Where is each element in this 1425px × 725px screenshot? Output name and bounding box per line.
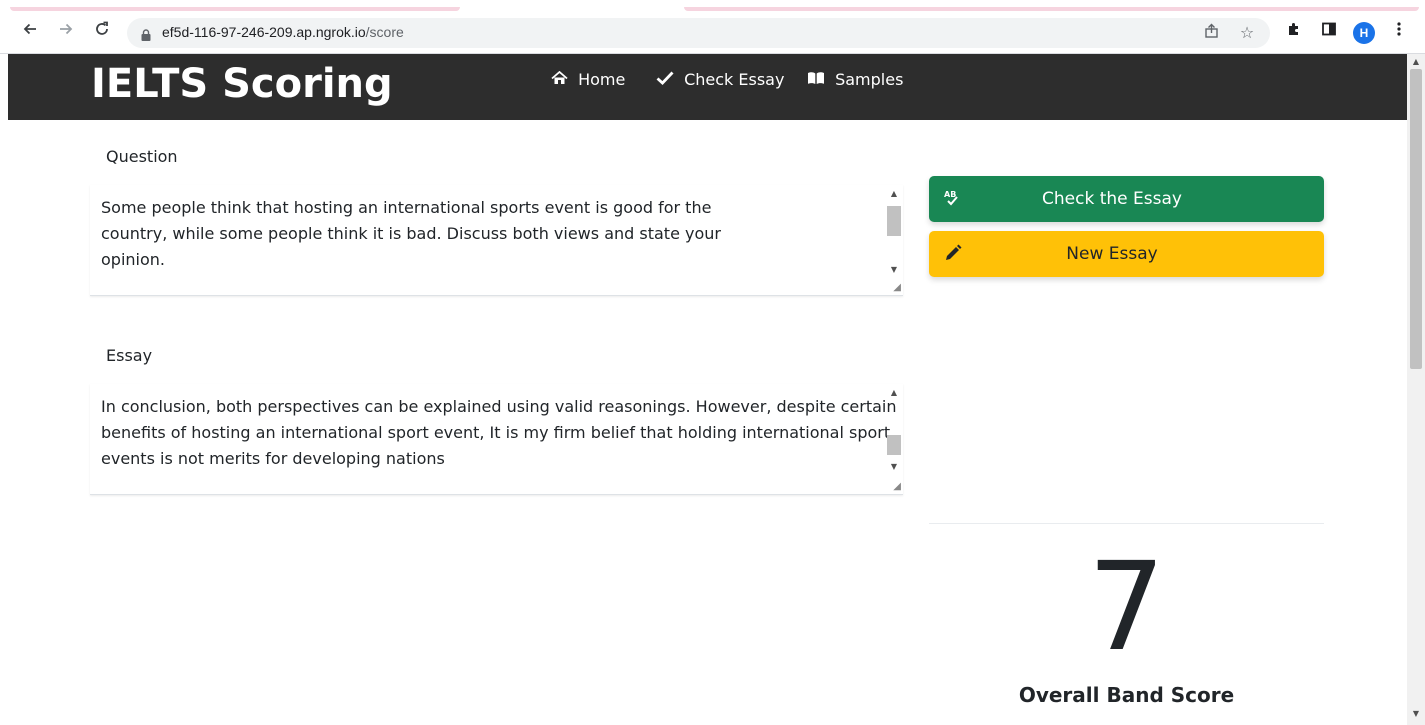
page-scroll-thumb[interactable] [1410, 69, 1422, 369]
question-scroll-thumb[interactable] [887, 206, 901, 236]
check-essay-label: Check the Essay [1042, 189, 1182, 209]
question-label: Question [106, 147, 178, 166]
page-scrollbar[interactable]: ▲ ▼ [1407, 54, 1425, 725]
page-scroll-down-icon[interactable]: ▼ [1407, 709, 1425, 718]
share-icon[interactable] [1202, 23, 1222, 43]
essay-textarea[interactable]: In conclusion, both perspectives can be … [90, 384, 903, 495]
essay-text: In conclusion, both perspectives can be … [101, 397, 897, 468]
site-navbar: IELTS Scoring Home Check Essay Samples [8, 54, 1407, 120]
page-viewport: IELTS Scoring Home Check Essay Samples Q… [0, 54, 1425, 725]
page-scroll-up-icon[interactable]: ▲ [1407, 57, 1425, 66]
site-brand[interactable]: IELTS Scoring [91, 61, 393, 107]
reload-icon[interactable] [90, 20, 114, 44]
puzzle-icon[interactable] [1283, 21, 1305, 43]
new-essay-button[interactable]: New Essay [929, 231, 1324, 277]
nav-samples[interactable]: Samples [807, 70, 903, 89]
address-bar[interactable]: ef5d-116-97-246-209.ap.ngrok.io/score ☆ [127, 18, 1270, 48]
nav-home[interactable]: Home [551, 70, 625, 89]
scroll-down-arrow-icon[interactable]: ▼ [885, 265, 903, 274]
star-icon[interactable]: ☆ [1237, 23, 1257, 43]
essay-label: Essay [106, 346, 153, 365]
new-essay-label: New Essay [1066, 244, 1158, 264]
band-score-caption: Overall Band Score [1018, 683, 1235, 707]
result-divider [929, 523, 1324, 524]
question-textarea-scrollbar[interactable]: ▲ ▼ [885, 187, 903, 293]
url-host: ef5d-116-97-246-209.ap.ngrok.io [162, 24, 366, 40]
band-score-value: 7 [1087, 536, 1166, 678]
question-textarea[interactable]: Some people think that hosting an intern… [90, 185, 903, 296]
scroll-up-arrow-icon[interactable]: ▲ [885, 388, 903, 397]
url-path: /score [365, 24, 404, 40]
forward-arrow-icon[interactable] [54, 20, 78, 44]
question-text: Some people think that hosting an intern… [101, 198, 721, 269]
essay-textarea-scrollbar[interactable]: ▲ ▼ [885, 386, 903, 492]
lock-icon[interactable] [141, 26, 151, 41]
nav-samples-label: Samples [835, 70, 904, 89]
essay-scroll-thumb[interactable] [887, 435, 901, 455]
book-open-icon [807, 70, 830, 89]
home-icon [551, 70, 573, 89]
browser-toolbar: ef5d-116-97-246-209.ap.ngrok.io/score ☆ … [0, 0, 1425, 54]
resize-grip-icon[interactable]: ◢ [893, 282, 901, 293]
kebab-menu-icon[interactable] [1388, 21, 1410, 43]
check-essay-button[interactable]: AB Check the Essay [929, 176, 1324, 222]
url-text[interactable]: ef5d-116-97-246-209.ap.ngrok.io/score [162, 24, 404, 40]
profile-avatar[interactable]: H [1353, 22, 1375, 44]
scroll-down-arrow-icon[interactable]: ▼ [885, 462, 903, 471]
back-arrow-icon[interactable] [18, 20, 42, 44]
nav-check-essay[interactable]: Check Essay [656, 70, 784, 89]
tab-strip-right [684, 7, 1419, 11]
nav-check-essay-label: Check Essay [684, 70, 785, 89]
check-icon [656, 70, 679, 89]
resize-grip-icon[interactable]: ◢ [893, 481, 901, 492]
nav-home-label: Home [578, 70, 626, 89]
tab-strip-left [10, 7, 460, 11]
scroll-up-arrow-icon[interactable]: ▲ [885, 189, 903, 198]
side-panel-icon[interactable] [1318, 21, 1340, 43]
